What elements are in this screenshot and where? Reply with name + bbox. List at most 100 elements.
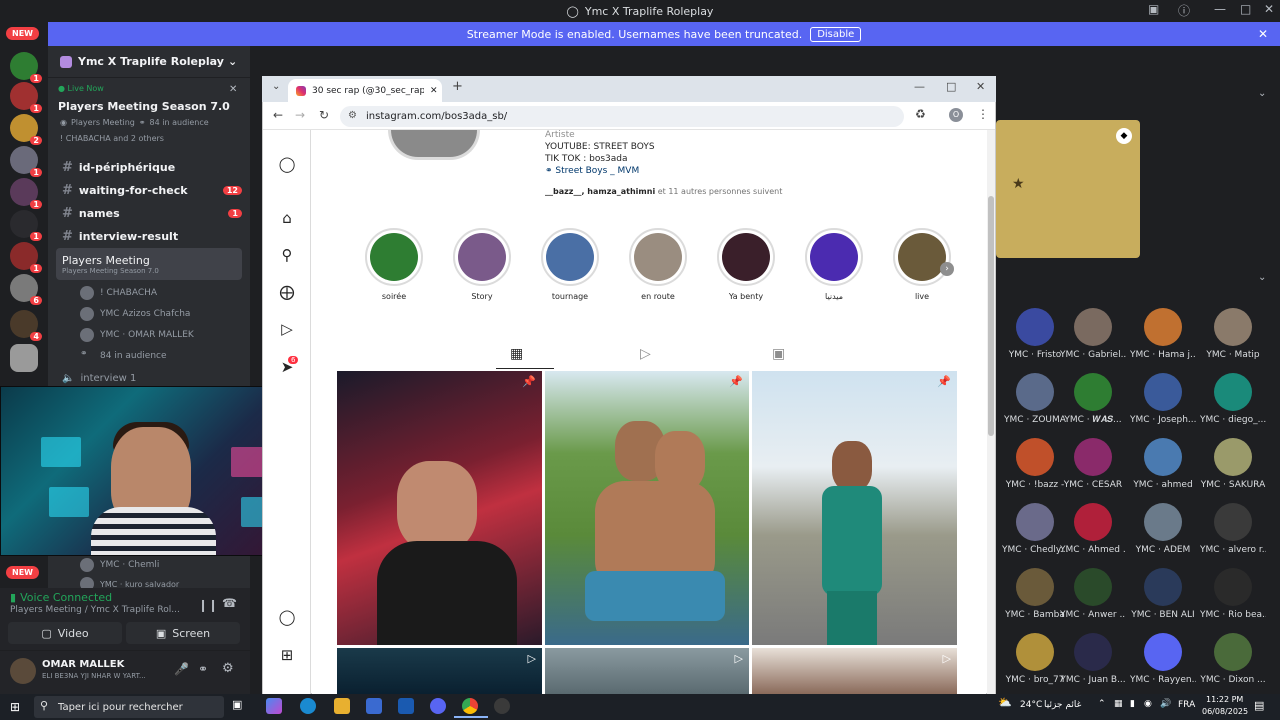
member-item[interactable]: YMC · Anwer ... — [1060, 568, 1126, 620]
server-icon[interactable]: 1 — [10, 146, 42, 177]
member-item[interactable]: YMC · BEN ALI — [1130, 568, 1196, 620]
tagged-tab-icon[interactable]: ▣ — [772, 346, 785, 362]
chevron-down-icon[interactable]: ⌄ — [1258, 272, 1266, 283]
chevron-down-icon[interactable]: ⌄ — [1258, 88, 1266, 99]
member-item[interactable]: YMC · Rayyen... — [1130, 633, 1196, 685]
video-button[interactable]: ▢ Video — [8, 622, 122, 644]
site-info-icon[interactable]: ⚙ — [348, 110, 357, 121]
scrollbar-thumb[interactable] — [988, 196, 994, 436]
server-icon[interactable]: 4 — [10, 310, 42, 341]
member-item[interactable]: YMC · CESAR — [1060, 438, 1126, 490]
member-item[interactable]: YMC · ahmed — [1130, 438, 1196, 490]
server-icon[interactable]: 6 — [10, 274, 42, 305]
story-highlight[interactable]: ميدنيا — [804, 228, 864, 301]
browser-close-button[interactable]: ✕ — [976, 80, 985, 93]
close-live-icon[interactable]: ✕ — [229, 84, 237, 95]
posts-grid-tab-icon[interactable]: ▦ — [510, 346, 523, 362]
member-item[interactable]: YMC · Matip — [1200, 308, 1266, 360]
channel-item[interactable]: # id-périphérique — [56, 157, 242, 177]
headphones-icon[interactable]: ⚭ — [198, 662, 208, 676]
back-icon[interactable]: ← — [273, 108, 283, 122]
member-item[interactable]: YMC · Rio bea... — [1200, 568, 1266, 620]
member-item[interactable]: YMC · !bazz - — [1002, 438, 1068, 490]
instagram-logo-icon[interactable]: ◯ — [278, 155, 296, 173]
explore-icon[interactable]: ⨁ — [278, 283, 296, 301]
voice-user[interactable]: YMC · OMAR MALLEK — [80, 328, 194, 342]
member-item[interactable]: YMC · Ahmed ... — [1060, 503, 1126, 555]
noise-suppression-icon[interactable]: ❙❙ — [198, 598, 218, 612]
usb-icon[interactable]: ▮ — [1130, 699, 1135, 709]
story-highlight[interactable]: soirée — [364, 228, 424, 301]
member-item[interactable]: YMC · Hama j... — [1130, 308, 1196, 360]
server-icon[interactable]: 1 — [10, 178, 42, 209]
address-bar[interactable]: ⚙ instagram.com/bos3ada_sb/ — [340, 106, 904, 127]
browser-maximize-button[interactable]: □ — [946, 80, 956, 93]
member-item[interactable]: YMC · Joseph... — [1130, 373, 1196, 425]
server-icon[interactable]: 1 — [10, 242, 42, 273]
voice-channel-item[interactable]: 🔈 interview 1 — [62, 373, 136, 384]
extensions-icon[interactable]: ♻ — [915, 107, 926, 121]
menu-kebab-icon[interactable]: ⋮ — [977, 107, 989, 121]
member-item[interactable]: YMC · Chedly... — [1002, 503, 1068, 555]
post-tile[interactable]: ▷ — [752, 648, 957, 694]
task-view-icon[interactable]: ▣ — [232, 698, 248, 714]
chrome-icon[interactable] — [462, 698, 478, 714]
forward-icon[interactable]: → — [295, 108, 305, 122]
voice-channel-path[interactable]: Players Meeting / Ymc X Traplife Rol... — [10, 605, 180, 615]
obs-icon[interactable] — [494, 698, 510, 714]
wifi-icon[interactable]: ◉ — [1144, 699, 1152, 709]
close-button[interactable]: ✕ — [1264, 2, 1274, 16]
guild-header[interactable]: Ymc X Traplife Roleplay ⌄ — [48, 46, 250, 78]
weather-icon[interactable]: ⛅ — [998, 696, 1012, 709]
story-highlight[interactable]: Story — [452, 228, 512, 301]
member-item[interactable]: YMC · Gabriel... — [1060, 308, 1126, 360]
live-title[interactable]: Players Meeting Season 7.0 — [58, 100, 230, 113]
threads-icon[interactable]: ◯ — [278, 608, 296, 626]
member-item[interactable]: YMC · Juan B... — [1060, 633, 1126, 685]
close-banner-icon[interactable]: ✕ — [1258, 27, 1268, 41]
server-icon[interactable] — [10, 344, 38, 372]
outlook-icon[interactable] — [398, 698, 414, 714]
story-highlight[interactable]: en route — [628, 228, 688, 301]
post-tile[interactable]: 📌 — [752, 371, 957, 645]
language-indicator[interactable]: FRA — [1178, 700, 1195, 710]
volume-icon[interactable]: 🔊 — [1160, 699, 1171, 709]
member-item[interactable]: YMC · Bamba — [1002, 568, 1068, 620]
taskbar-search[interactable]: ⚲ Taper ici pour rechercher — [34, 696, 224, 718]
tray-app-icon[interactable]: ▦ — [1114, 699, 1123, 709]
server-icon[interactable]: 2 — [10, 114, 42, 145]
disconnect-icon[interactable]: ☎ — [222, 596, 237, 610]
search-icon[interactable]: ⚲ — [278, 246, 296, 264]
new-tab-button[interactable]: + — [452, 79, 463, 94]
reels-tab-icon[interactable]: ▷ — [640, 346, 651, 362]
member-item[interactable]: YMC · Fristo — [1002, 308, 1068, 360]
avatar[interactable] — [10, 658, 36, 684]
stage-channel[interactable]: Players Meeting Players Meeting Season 7… — [56, 248, 242, 280]
member-item[interactable]: YMC · SAKURA — [1200, 438, 1266, 490]
browser-tab[interactable]: 30 sec rap (@30_sec_rap) • Pho ✕ — [288, 79, 442, 102]
server-icon[interactable]: 1 — [10, 82, 42, 113]
notifications-icon[interactable]: ▤ — [1254, 699, 1264, 712]
post-tile[interactable]: 📌 — [545, 371, 749, 645]
channel-item[interactable]: # waiting-for-check 12 — [56, 180, 242, 200]
screen-share-button[interactable]: ▣ Screen — [126, 622, 240, 644]
clock-date[interactable]: 06/08/2025 — [1202, 707, 1248, 716]
voice-user[interactable]: ! CHABACHA — [80, 286, 157, 300]
channel-item[interactable]: # names 1 — [56, 203, 242, 223]
chevron-right-icon[interactable]: › — [940, 262, 954, 276]
member-item[interactable]: YMC · ZOUMA — [1002, 373, 1068, 425]
help-icon[interactable]: ⓘ — [1178, 2, 1190, 19]
clock-time[interactable]: 11:22 PM — [1206, 695, 1243, 704]
member-item[interactable]: YMC · ADEM — [1130, 503, 1196, 555]
tab-search-icon[interactable]: ⌄ — [272, 81, 280, 92]
member-item[interactable]: YMC · 𝑾𝑨𝑺... — [1060, 373, 1126, 425]
microphone-icon[interactable]: 🎤 — [174, 662, 189, 676]
browser-minimize-button[interactable]: — — [914, 80, 925, 93]
chevron-up-icon[interactable]: ⌃ — [1098, 699, 1106, 709]
member-item[interactable]: YMC · alvero r... — [1200, 503, 1266, 555]
story-highlight[interactable]: tournage — [540, 228, 600, 301]
profile-avatar[interactable]: O — [949, 108, 963, 122]
store-icon[interactable] — [366, 698, 382, 714]
voice-user[interactable]: YMC Azizos Chafcha — [80, 307, 190, 321]
minimize-button[interactable]: — — [1214, 2, 1226, 16]
